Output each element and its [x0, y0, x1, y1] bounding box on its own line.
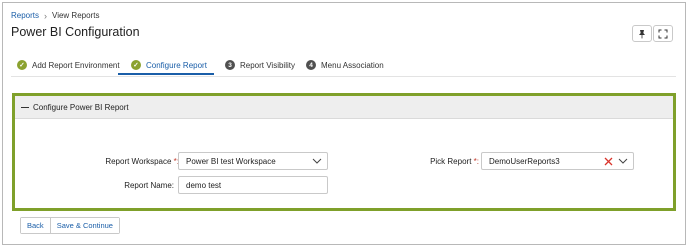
configure-report-section: Configure Power BI Report Report Workspa…: [12, 93, 676, 211]
section-header[interactable]: Configure Power BI Report: [15, 96, 673, 119]
pin-icon: [639, 29, 645, 38]
tab-add-report-environment[interactable]: ✓ Add Report Environment: [17, 55, 120, 75]
page-title: Power BI Configuration: [11, 25, 140, 39]
footer-actions: Back Save & Continue: [20, 217, 120, 234]
collapse-icon: [21, 106, 29, 108]
tab-label: Menu Association: [321, 60, 384, 70]
chevron-down-icon: [312, 158, 322, 164]
chevron-right-icon: ›: [44, 10, 48, 21]
breadcrumb-current: View Reports: [52, 11, 100, 20]
fullscreen-icon: [658, 29, 668, 38]
clear-icon[interactable]: [604, 157, 613, 166]
fullscreen-button[interactable]: [653, 25, 673, 42]
tab-label: Add Report Environment: [32, 60, 120, 70]
report-name-value: demo test: [186, 180, 222, 190]
tab-menu-association[interactable]: 4 Menu Association: [306, 55, 384, 75]
workspace-label: Report Workspace *:: [105, 157, 179, 166]
step-number-badge: 4: [306, 60, 316, 70]
back-button[interactable]: Back: [21, 218, 50, 233]
pick-report-select-value: DemoUserReports3: [489, 156, 560, 166]
pick-report-select[interactable]: DemoUserReports3: [481, 152, 634, 170]
section-title: Configure Power BI Report: [33, 102, 129, 112]
save-continue-button[interactable]: Save & Continue: [49, 218, 119, 233]
check-icon: ✓: [17, 60, 27, 70]
tab-label: Report Visibility: [240, 60, 295, 70]
workspace-select-value: Power BI test Workspace: [186, 156, 276, 166]
check-icon: ✓: [131, 60, 141, 70]
report-name-input[interactable]: demo test: [178, 176, 328, 194]
workspace-select[interactable]: Power BI test Workspace: [178, 152, 328, 170]
breadcrumb-reports-link[interactable]: Reports: [11, 11, 39, 20]
pick-report-label: Pick Report *:: [430, 157, 479, 166]
breadcrumb: Reports › View Reports: [11, 11, 99, 20]
active-tab-indicator: [118, 73, 214, 75]
tabs-divider: [11, 76, 676, 77]
tab-label: Configure Report: [146, 60, 207, 70]
wizard-tabs: ✓ Add Report Environment ✓ Configure Rep…: [11, 55, 681, 75]
chevron-down-icon: [618, 158, 628, 164]
step-number-badge: 3: [225, 60, 235, 70]
report-name-label: Report Name:: [124, 181, 174, 190]
tab-report-visibility[interactable]: 3 Report Visibility: [225, 55, 295, 75]
tab-configure-report[interactable]: ✓ Configure Report: [131, 55, 207, 75]
pin-button[interactable]: [632, 25, 652, 42]
